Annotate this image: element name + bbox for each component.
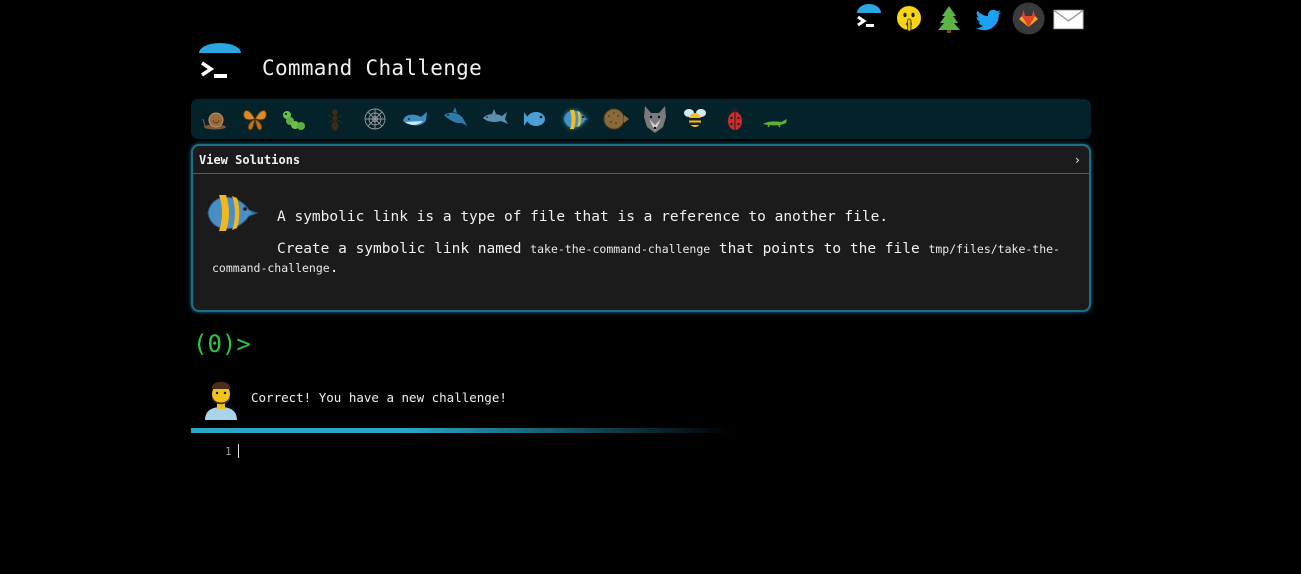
view-solutions-toggle[interactable]: View Solutions › [193,146,1089,174]
twitter-icon[interactable] [972,2,1005,35]
progress-bar [191,428,731,433]
tropical-fish-icon [205,190,259,240]
challenge-panel: View Solutions › A symbolic link is a ty… [191,144,1091,312]
tropical-fish-icon[interactable] [555,99,595,139]
page-title: Command Challenge [262,56,483,80]
ant-icon[interactable] [315,99,355,139]
fish-icon[interactable] [515,99,555,139]
bee-icon[interactable] [675,99,715,139]
link-name-code: take-the-command-challenge [530,242,711,256]
terminal-logo-icon[interactable] [197,43,243,85]
whale-icon[interactable] [395,99,435,139]
wolf-icon[interactable] [635,99,675,139]
challenge-task: Create a symbolic link named take-the-co… [212,240,1072,278]
task-text-suffix: . [329,260,339,276]
caterpillar-icon[interactable] [275,99,315,139]
line-number: 1 [225,445,232,458]
shush-emoji-icon[interactable] [892,2,925,35]
avatar [203,378,239,424]
task-text-middle: that points to the file [710,241,929,257]
butterfly-icon[interactable] [235,99,275,139]
mail-icon[interactable] [1052,2,1085,35]
dolphin-icon[interactable] [475,99,515,139]
shark-icon[interactable] [435,99,475,139]
snail-icon[interactable] [195,99,235,139]
terminal-logo-icon[interactable] [852,2,885,35]
tree-icon[interactable] [932,2,965,35]
text-cursor [238,444,239,458]
command-editor[interactable]: 1 [191,440,1091,464]
blowfish-icon[interactable] [595,99,635,139]
level-bar [191,99,1091,139]
spider-web-icon[interactable] [355,99,395,139]
chevron-right-icon: › [1073,152,1081,167]
shell-prompt: (0)> [193,330,251,358]
lizard-icon[interactable] [755,99,795,139]
gitlab-icon[interactable] [1012,2,1045,35]
ladybug-icon[interactable] [715,99,755,139]
social-links [852,2,1085,35]
task-text-prefix: Create a symbolic link named [277,241,531,257]
view-solutions-label: View Solutions [199,152,301,167]
feedback-message: Correct! You have a new challenge! [251,390,507,405]
challenge-description: A symbolic link is a type of file that i… [277,209,889,225]
